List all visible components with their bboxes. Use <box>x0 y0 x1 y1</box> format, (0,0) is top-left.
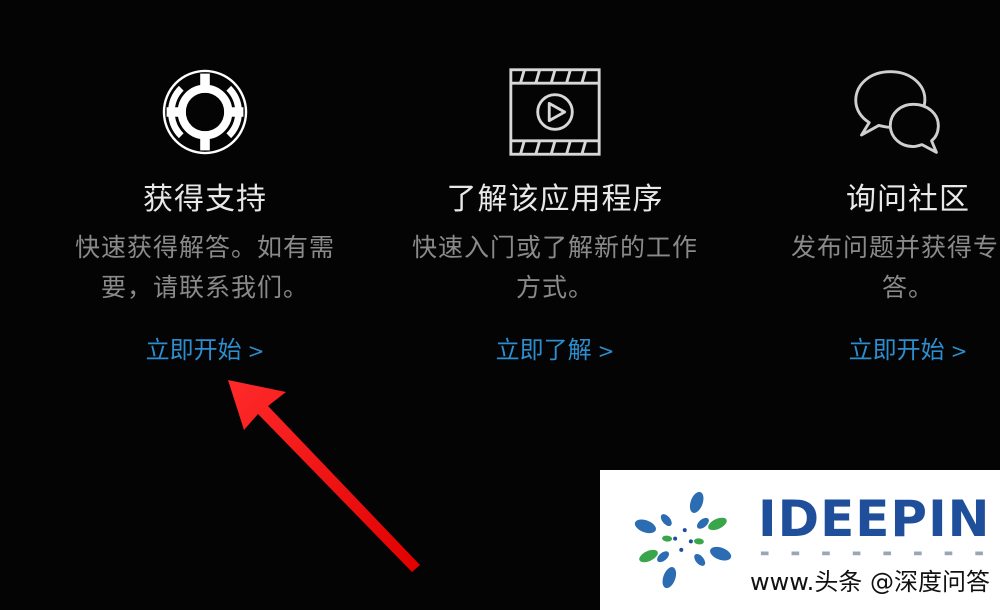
help-panel: 获得支持 快速获得解答。如有需 要，请联系我们。 立即开始 > 了解该应用程序 … <box>0 0 1000 610</box>
watermark-brand: IDEEPIN <box>758 490 991 548</box>
watermark-subline: ▬ ▬ ▬ ▬ ▬ ▬ ▬ ▬ <box>760 548 993 559</box>
card-description: 发布问题并获得专家 答。 <box>790 233 1000 302</box>
video-film-icon <box>509 68 601 156</box>
speech-bubbles-icon <box>854 70 940 154</box>
pinwheel-logo-icon <box>634 491 732 589</box>
card-title: 获得支持 <box>143 182 267 217</box>
chevron-right-icon: > <box>247 339 265 363</box>
learn-now-link[interactable]: 立即了解 > <box>385 330 725 365</box>
chevron-right-icon: > <box>950 339 968 363</box>
lifebuoy-icon <box>162 69 248 155</box>
chevron-right-icon: > <box>597 339 615 363</box>
watermark: IDEEPIN ▬ ▬ ▬ ▬ ▬ ▬ ▬ ▬ www.头条 @深度问答 <box>600 470 1000 610</box>
card-title: 了解该应用程序 <box>446 182 664 217</box>
card-description: 快速入门或了解新的工作 方式。 <box>411 233 698 302</box>
card-description: 快速获得解答。如有需 要，请联系我们。 <box>74 233 335 302</box>
card-title: 询问社区 <box>846 182 970 217</box>
start-now-link[interactable]: 立即开始 > <box>35 330 375 365</box>
start-now-link-community[interactable]: 立即开始 > <box>738 330 1000 365</box>
watermark-site: www.头条 @深度问答 <box>750 568 990 596</box>
